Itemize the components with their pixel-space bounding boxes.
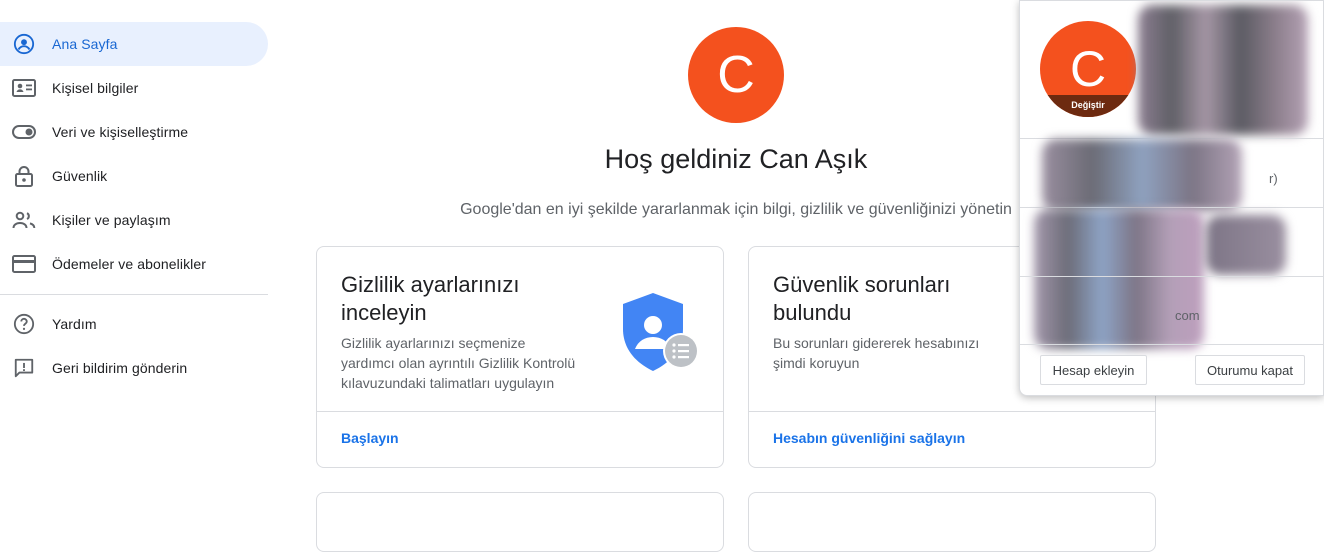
account-circle-icon — [12, 32, 36, 56]
panel-divider — [1020, 276, 1323, 277]
lock-icon — [12, 164, 36, 188]
credit-card-icon — [12, 252, 36, 276]
add-account-button[interactable]: Hesap ekleyin — [1040, 355, 1147, 385]
sidebar-item-label: Geri bildirim gönderin — [52, 360, 188, 376]
card-title-line: inceleyin — [341, 300, 427, 325]
card-desc-line: yardımcı olan ayrıntılı Gizlilik Kontrol… — [341, 355, 576, 371]
account-dropdown: C Değiştir r) com Hesap ekleyin Oturumu … — [1019, 0, 1324, 396]
card-desc-line: Bu sorunları gidererek hesabınızı — [773, 335, 980, 351]
sidebar-item-payments[interactable]: Ödemeler ve abonelikler — [0, 242, 268, 286]
page-title: Hoş geldiniz Can Aşık — [604, 144, 868, 174]
feedback-icon — [12, 356, 36, 380]
redacted-account-row — [1034, 209, 1204, 349]
card-description: Bu sorunları gidererek hesabınızı şimdi … — [773, 333, 979, 373]
next-card[interactable] — [316, 492, 724, 552]
sidebar-item-home[interactable]: Ana Sayfa — [0, 22, 268, 66]
card-desc-line: şimdi koruyun — [773, 355, 860, 371]
sidebar-item-label: Veri ve kişiselleştirme — [52, 124, 189, 140]
people-icon — [12, 208, 36, 232]
sidebar-item-label: Güvenlik — [52, 168, 108, 184]
redacted-account-info — [1138, 5, 1308, 135]
toggle-icon — [12, 120, 36, 144]
panel-divider — [1020, 344, 1323, 345]
next-card[interactable] — [748, 492, 1156, 552]
id-card-icon — [12, 76, 36, 100]
help-icon — [12, 312, 36, 336]
redacted-account-row — [1042, 139, 1242, 211]
sidebar-item-personal-info[interactable]: Kişisel bilgiler — [0, 66, 268, 110]
account-row-partial-text: r) — [1269, 171, 1278, 186]
page-subtitle: Google'dan en iyi şekilde yararlanmak iç… — [460, 201, 1012, 218]
redacted-account-row — [1206, 215, 1286, 275]
card-divider — [317, 411, 723, 412]
card-title-line: Gizlilik ayarlarınızı — [341, 272, 520, 297]
card-title-line: bulundu — [773, 300, 852, 325]
sidebar-item-label: Yardım — [52, 316, 97, 332]
sidebar-item-people-sharing[interactable]: Kişiler ve paylaşım — [0, 198, 268, 242]
change-photo-label[interactable]: Değiştir — [1040, 95, 1136, 117]
sidebar-item-data-personalization[interactable]: Veri ve kişiselleştirme — [0, 110, 268, 154]
sidebar: Ana Sayfa Kişisel bilgiler Veri ve kişis… — [0, 0, 270, 522]
sidebar-item-label: Ana Sayfa — [52, 36, 118, 52]
sidebar-item-feedback[interactable]: Geri bildirim gönderin — [0, 346, 268, 390]
card-title: Güvenlik sorunları bulundu — [773, 271, 950, 327]
sidebar-item-security[interactable]: Güvenlik — [0, 154, 268, 198]
privacy-shield-icon — [617, 291, 703, 382]
sign-out-button[interactable]: Oturumu kapat — [1195, 355, 1305, 385]
secure-account-link[interactable]: Hesabın güvenliğini sağlayın — [773, 430, 965, 446]
privacy-card[interactable]: Gizlilik ayarlarınızı inceleyin Gizlilik… — [316, 246, 724, 468]
card-desc-line: kılavuzundaki talimatları uygulayın — [341, 375, 555, 391]
sidebar-item-help[interactable]: Yardım — [0, 302, 268, 346]
get-started-link[interactable]: Başlayın — [341, 430, 399, 446]
sidebar-item-label: Kişisel bilgiler — [52, 80, 139, 96]
card-title-line: Güvenlik sorunları — [773, 272, 951, 297]
profile-avatar[interactable]: C — [688, 27, 784, 123]
sidebar-divider — [0, 294, 268, 295]
avatar-letter: C — [717, 46, 755, 104]
sidebar-item-label: Ödemeler ve abonelikler — [52, 256, 207, 272]
account-avatar[interactable]: C Değiştir — [1040, 21, 1136, 117]
panel-divider — [1020, 207, 1323, 208]
card-divider — [749, 411, 1155, 412]
sidebar-item-label: Kişiler ve paylaşım — [52, 212, 171, 228]
account-email-partial: com — [1175, 308, 1200, 323]
card-title: Gizlilik ayarlarınızı inceleyin — [341, 271, 519, 327]
avatar-letter: C — [1069, 41, 1107, 97]
card-description: Gizlilik ayarlarınızı seçmenize yardımcı… — [341, 333, 575, 393]
card-desc-line: Gizlilik ayarlarınızı seçmenize — [341, 335, 526, 351]
